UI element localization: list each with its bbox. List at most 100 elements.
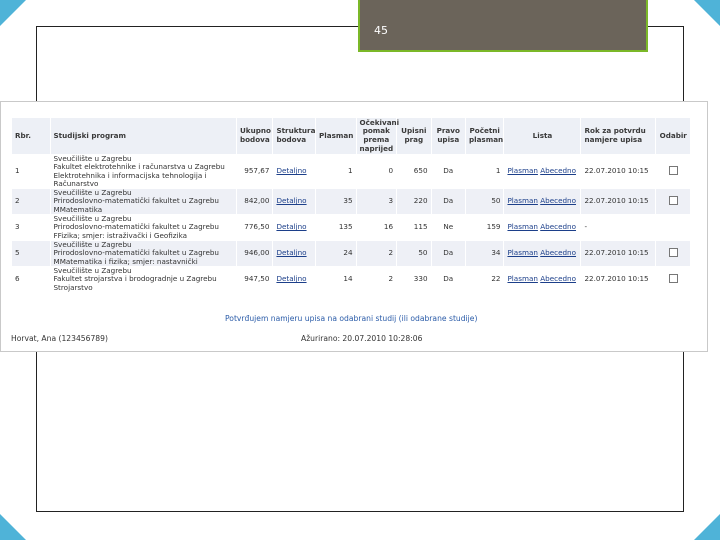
last-updated: Ažurirano: 20.07.2010 10:28:06 xyxy=(301,334,423,343)
cell-lista: Plasman Abecedno xyxy=(503,153,582,190)
cell-ukupno: 776,50 xyxy=(235,214,274,242)
cell-ukupno: 957,67 xyxy=(235,153,274,190)
cell-lista: Plasman Abecedno xyxy=(503,266,582,294)
program-study: Strojarstvo xyxy=(53,282,93,292)
cell-ukupno: 947,50 xyxy=(235,266,274,294)
cell-prag: 330 xyxy=(396,266,432,294)
table-row: 2 Sveučilište u Zagrebu Prirodoslovno-mat… xyxy=(11,188,691,216)
table-row: 3 Sveučilište u Zagrebu Prirodoslovno-mat… xyxy=(11,214,691,242)
cell-struktura: Detaljno xyxy=(272,240,316,268)
plasman-link[interactable]: Plasman xyxy=(507,222,537,231)
corner-decoration-bottom-left xyxy=(0,514,26,540)
select-checkbox[interactable] xyxy=(668,195,678,205)
plasman-link[interactable]: Plasman xyxy=(507,274,537,283)
table-header-row: Rbr. Studijski program Ukupno bodova Str… xyxy=(11,117,691,155)
cell-plasman: 135 xyxy=(315,214,357,242)
abecedno-link[interactable]: Abecedno xyxy=(540,166,576,175)
corner-decoration-bottom-right xyxy=(694,514,720,540)
header-pocetni: Početni plasman xyxy=(464,117,505,155)
header-program: Studijski program xyxy=(49,117,237,155)
cell-lista: Plasman Abecedno xyxy=(503,188,582,216)
cell-rok: - xyxy=(580,214,657,242)
slide-number: 45 xyxy=(374,24,388,37)
cell-pravo: Ne xyxy=(430,214,466,242)
cell-pomak: 3 xyxy=(355,188,398,216)
header-ocekivani: Očekivani pomak prema naprijed xyxy=(355,117,399,155)
program-study: FFizika; smjer: istraživački i Geofizika xyxy=(53,230,188,240)
cell-struktura: Detaljno xyxy=(272,266,316,294)
table-row: 6 Sveučilište u Zagrebu Fakultet strojars… xyxy=(11,266,691,294)
cell-rok: 22.07.2010 10:15 xyxy=(580,188,657,216)
table-row: 1 Sveučilište u Zagrebu Fakultet elektrot… xyxy=(11,153,691,190)
cell-pravo: Da xyxy=(430,240,466,268)
plasman-link[interactable]: Plasman xyxy=(507,166,537,175)
program-study: MMatematika i fizika; smjer: nastavnički xyxy=(53,256,198,266)
detaljno-link[interactable]: Detaljno xyxy=(276,274,306,283)
cell-rbr: 2 xyxy=(11,188,51,216)
cell-pravo: Da xyxy=(430,188,466,216)
plasman-link[interactable]: Plasman xyxy=(507,248,537,257)
cell-prag: 115 xyxy=(396,214,432,242)
detaljno-link[interactable]: Detaljno xyxy=(276,248,306,257)
cell-rok: 22.07.2010 10:15 xyxy=(580,153,657,190)
cell-struktura: Detaljno xyxy=(272,214,316,242)
detaljno-link[interactable]: Detaljno xyxy=(276,196,306,205)
cell-program: Sveučilište u Zagrebu Fakultet elektroteh… xyxy=(49,153,237,190)
cell-odabir xyxy=(655,153,691,190)
cell-odabir xyxy=(655,188,691,216)
cell-rbr: 3 xyxy=(11,214,51,242)
program-study: MMatematika xyxy=(53,204,103,214)
header-rbr: Rbr. xyxy=(11,117,51,155)
header-upisni: Upisni prag xyxy=(396,117,432,155)
plasman-link[interactable]: Plasman xyxy=(507,196,537,205)
cell-plasman: 24 xyxy=(315,240,357,268)
cell-odabir xyxy=(655,214,691,242)
select-checkbox[interactable] xyxy=(668,247,678,257)
cell-lista: Plasman Abecedno xyxy=(503,214,582,242)
cell-pocetni: 34 xyxy=(464,240,505,268)
header-rok: Rok za potvrdu namjere upisa xyxy=(580,117,657,155)
abecedno-link[interactable]: Abecedno xyxy=(540,196,576,205)
cell-pomak: 0 xyxy=(355,153,398,190)
table-row: 5 Sveučilište u Zagrebu Prirodoslovno-mat… xyxy=(11,240,691,268)
embedded-screenshot: Rbr. Studijski program Ukupno bodova Str… xyxy=(0,101,708,352)
header-struktura: Struktura bodova xyxy=(272,117,316,155)
cell-odabir xyxy=(655,240,691,268)
cell-plasman: 14 xyxy=(315,266,357,294)
cell-ukupno: 842,00 xyxy=(235,188,274,216)
enrollment-table: Rbr. Studijski program Ukupno bodova Str… xyxy=(11,117,691,294)
cell-rbr: 1 xyxy=(11,153,51,190)
detaljno-link[interactable]: Detaljno xyxy=(276,222,306,231)
cell-pocetni: 1 xyxy=(464,153,505,190)
program-study: Elektrotehnika i informacijska tehnologi… xyxy=(53,170,207,188)
cell-struktura: Detaljno xyxy=(272,188,316,216)
cell-prag: 50 xyxy=(396,240,432,268)
cell-prag: 220 xyxy=(396,188,432,216)
cell-rok: 22.07.2010 10:15 xyxy=(580,266,657,294)
cell-program: Sveučilište u Zagrebu Prirodoslovno-matem… xyxy=(49,188,237,216)
cell-program: Sveučilište u Zagrebu Prirodoslovno-matem… xyxy=(49,214,237,242)
cell-odabir xyxy=(655,266,691,294)
cell-rbr: 5 xyxy=(11,240,51,268)
cell-pocetni: 159 xyxy=(464,214,505,242)
abecedno-link[interactable]: Abecedno xyxy=(540,274,576,283)
cell-lista: Plasman Abecedno xyxy=(503,240,582,268)
header-plasman: Plasman xyxy=(315,117,357,155)
cell-pocetni: 50 xyxy=(464,188,505,216)
cell-pocetni: 22 xyxy=(464,266,505,294)
confirm-enrollment-link[interactable]: Potvrđujem namjeru upisa na odabrani stu… xyxy=(225,314,477,323)
header-lista: Lista xyxy=(503,117,582,155)
select-checkbox[interactable] xyxy=(668,165,678,175)
header-odabir: Odabir xyxy=(655,117,691,155)
abecedno-link[interactable]: Abecedno xyxy=(540,222,576,231)
detaljno-link[interactable]: Detaljno xyxy=(276,166,306,175)
cell-rbr: 6 xyxy=(11,266,51,294)
cell-plasman: 35 xyxy=(315,188,357,216)
header-pravo: Pravo upisa xyxy=(430,117,466,155)
cell-struktura: Detaljno xyxy=(272,153,316,190)
select-checkbox[interactable] xyxy=(668,273,678,283)
slide-number-box: 45 xyxy=(358,0,648,52)
abecedno-link[interactable]: Abecedno xyxy=(540,248,576,257)
corner-decoration-top-left xyxy=(0,0,26,26)
user-name: Horvat, Ana (123456789) xyxy=(11,334,108,343)
